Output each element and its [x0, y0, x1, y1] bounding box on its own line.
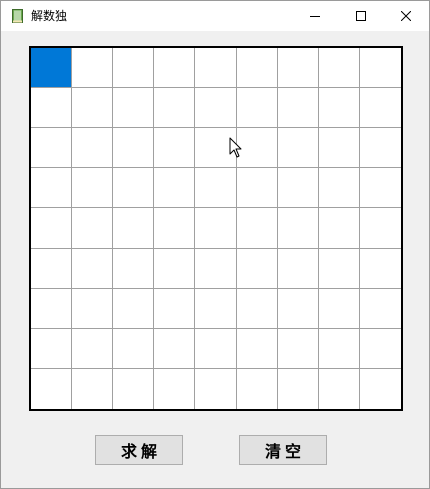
sudoku-cell-r1-c9[interactable]: [359, 48, 401, 89]
sudoku-cell-r8-c2[interactable]: [72, 328, 114, 369]
maximize-icon: [356, 11, 366, 21]
sudoku-cell-r6-c9[interactable]: [359, 248, 401, 289]
sudoku-grid: [29, 46, 403, 411]
sudoku-cell-r8-c3[interactable]: [113, 328, 155, 369]
sudoku-cell-r9-c9[interactable]: [359, 368, 401, 409]
close-icon: [401, 11, 411, 21]
sudoku-cell-r1-c4[interactable]: [154, 48, 196, 89]
sudoku-cell-r6-c3[interactable]: [113, 248, 155, 289]
sudoku-cell-r9-c7[interactable]: [277, 368, 319, 409]
sudoku-cell-r2-c1[interactable]: [31, 88, 73, 129]
close-button[interactable]: [383, 1, 429, 31]
sudoku-cell-r3-c2[interactable]: [72, 128, 114, 169]
sudoku-cell-r8-c6[interactable]: [236, 328, 278, 369]
sudoku-cell-r2-c4[interactable]: [154, 88, 196, 129]
sudoku-cell-r7-c1[interactable]: [31, 288, 73, 329]
sudoku-cell-r2-c3[interactable]: [113, 88, 155, 129]
sudoku-cell-r8-c1[interactable]: [31, 328, 73, 369]
sudoku-cell-r8-c7[interactable]: [277, 328, 319, 369]
sudoku-cell-r1-c2[interactable]: [72, 48, 114, 89]
sudoku-cell-r5-c7[interactable]: [277, 208, 319, 249]
sudoku-cell-r4-c1[interactable]: [31, 168, 73, 209]
sudoku-cell-r8-c5[interactable]: [195, 328, 237, 369]
sudoku-cell-r2-c5[interactable]: [195, 88, 237, 129]
sudoku-cell-r6-c2[interactable]: [72, 248, 114, 289]
sudoku-cell-r7-c2[interactable]: [72, 288, 114, 329]
sudoku-cell-r3-c7[interactable]: [277, 128, 319, 169]
sudoku-cell-r6-c4[interactable]: [154, 248, 196, 289]
sudoku-cell-r3-c9[interactable]: [359, 128, 401, 169]
sudoku-cell-r2-c9[interactable]: [359, 88, 401, 129]
sudoku-cell-r7-c8[interactable]: [318, 288, 360, 329]
sudoku-cell-r1-c1[interactable]: [31, 48, 73, 89]
sudoku-cell-r3-c8[interactable]: [318, 128, 360, 169]
sudoku-cell-r6-c1[interactable]: [31, 248, 73, 289]
sudoku-cell-r5-c4[interactable]: [154, 208, 196, 249]
sudoku-cell-r4-c9[interactable]: [359, 168, 401, 209]
window-title: 解数独: [31, 9, 68, 23]
sudoku-cell-r7-c7[interactable]: [277, 288, 319, 329]
sudoku-cell-r1-c5[interactable]: [195, 48, 237, 89]
sudoku-cell-r3-c4[interactable]: [154, 128, 196, 169]
sudoku-cell-r3-c1[interactable]: [31, 128, 73, 169]
sudoku-cell-r5-c6[interactable]: [236, 208, 278, 249]
sudoku-cell-r6-c6[interactable]: [236, 248, 278, 289]
title-bar[interactable]: 解数独: [1, 1, 429, 31]
sudoku-cell-r3-c6[interactable]: [236, 128, 278, 169]
sudoku-cell-r4-c2[interactable]: [72, 168, 114, 209]
sudoku-cell-r9-c2[interactable]: [72, 368, 114, 409]
sudoku-cell-r5-c8[interactable]: [318, 208, 360, 249]
solve-button[interactable]: 求解: [95, 435, 183, 465]
sudoku-cell-r2-c6[interactable]: [236, 88, 278, 129]
sudoku-cell-r7-c3[interactable]: [113, 288, 155, 329]
sudoku-cell-r9-c4[interactable]: [154, 368, 196, 409]
sudoku-cell-r4-c5[interactable]: [195, 168, 237, 209]
sudoku-cell-r5-c5[interactable]: [195, 208, 237, 249]
clear-button[interactable]: 清空: [239, 435, 327, 465]
minimize-icon: [310, 16, 320, 17]
sudoku-cell-r1-c3[interactable]: [113, 48, 155, 89]
mouse-cursor-icon: [229, 137, 242, 158]
sudoku-cell-r6-c5[interactable]: [195, 248, 237, 289]
sudoku-cell-r4-c3[interactable]: [113, 168, 155, 209]
sudoku-cell-r5-c3[interactable]: [113, 208, 155, 249]
sudoku-cell-r4-c6[interactable]: [236, 168, 278, 209]
sudoku-cell-r7-c5[interactable]: [195, 288, 237, 329]
sudoku-cell-r8-c4[interactable]: [154, 328, 196, 369]
sudoku-cell-r2-c7[interactable]: [277, 88, 319, 129]
sudoku-cell-r5-c2[interactable]: [72, 208, 114, 249]
sudoku-cell-r9-c8[interactable]: [318, 368, 360, 409]
sudoku-cell-r4-c7[interactable]: [277, 168, 319, 209]
sudoku-cell-r4-c4[interactable]: [154, 168, 196, 209]
sudoku-cell-r2-c2[interactable]: [72, 88, 114, 129]
sudoku-cell-r9-c3[interactable]: [113, 368, 155, 409]
minimize-button[interactable]: [292, 1, 338, 31]
sudoku-cell-r9-c1[interactable]: [31, 368, 73, 409]
sudoku-cell-r4-c8[interactable]: [318, 168, 360, 209]
sudoku-cell-r8-c9[interactable]: [359, 328, 401, 369]
sudoku-cell-r1-c8[interactable]: [318, 48, 360, 89]
sudoku-cell-r9-c6[interactable]: [236, 368, 278, 409]
sudoku-cell-r7-c4[interactable]: [154, 288, 196, 329]
sudoku-cell-r5-c9[interactable]: [359, 208, 401, 249]
maximize-button[interactable]: [338, 1, 384, 31]
sudoku-cell-r1-c7[interactable]: [277, 48, 319, 89]
book-icon: [12, 9, 23, 23]
sudoku-cell-r5-c1[interactable]: [31, 208, 73, 249]
sudoku-cell-r6-c8[interactable]: [318, 248, 360, 289]
sudoku-cell-r1-c6[interactable]: [236, 48, 278, 89]
sudoku-cell-r3-c3[interactable]: [113, 128, 155, 169]
sudoku-cell-r2-c8[interactable]: [318, 88, 360, 129]
sudoku-cell-r7-c9[interactable]: [359, 288, 401, 329]
app-window: 解数独 求解 清空: [0, 0, 430, 489]
sudoku-cell-r9-c5[interactable]: [195, 368, 237, 409]
sudoku-cell-r7-c6[interactable]: [236, 288, 278, 329]
sudoku-cell-r8-c8[interactable]: [318, 328, 360, 369]
sudoku-cell-r6-c7[interactable]: [277, 248, 319, 289]
